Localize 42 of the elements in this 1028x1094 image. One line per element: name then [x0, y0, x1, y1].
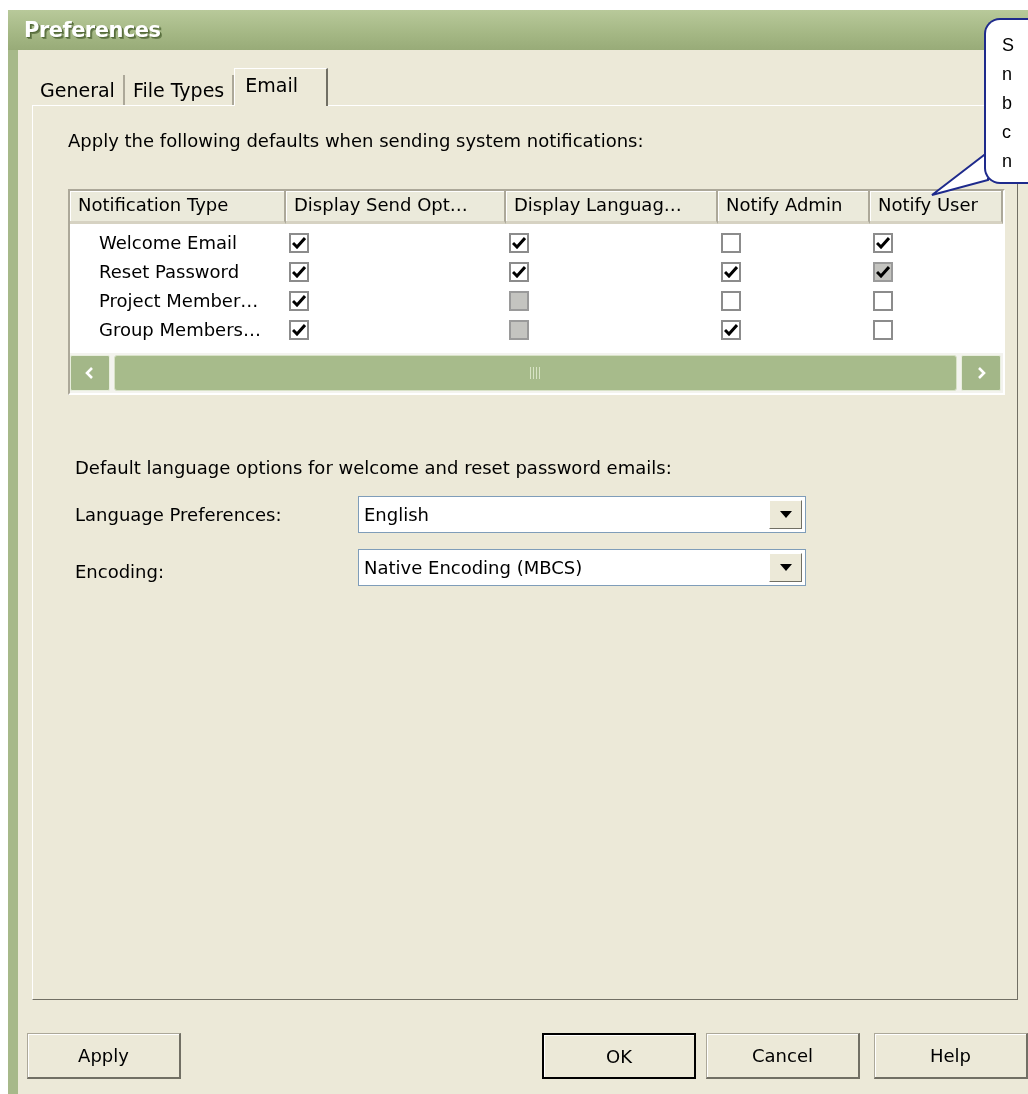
column-header[interactable]: Notify Admin — [718, 191, 870, 224]
checkbox[interactable] — [509, 232, 529, 253]
callout-text: n — [1002, 150, 1012, 173]
dropdown[interactable]: Native Encoding (MBCS) — [358, 549, 806, 586]
callout-text: c — [1002, 121, 1011, 144]
instruction-text: Apply the following defaults when sending system notifications: — [68, 130, 644, 151]
checkbox[interactable] — [509, 261, 529, 282]
button[interactable]: OK — [542, 1033, 696, 1079]
field-label: Encoding: — [75, 560, 165, 582]
callout-text: S — [1002, 34, 1014, 57]
checkbox[interactable] — [289, 319, 309, 340]
checkbox[interactable] — [289, 290, 309, 311]
checkbox[interactable] — [289, 261, 309, 282]
horizontal-scrollbar[interactable] — [70, 353, 1003, 393]
row-label: Reset Password — [98, 261, 241, 282]
column-header[interactable]: Display Languag… — [506, 191, 718, 224]
row-label: Project Member… — [98, 290, 260, 311]
checkbox[interactable] — [721, 290, 741, 311]
scrollbar-thumb[interactable] — [114, 355, 957, 391]
field-label: Language Preferences: — [75, 504, 283, 525]
dropdown-arrow-icon — [779, 564, 792, 571]
dropdown-arrow-icon — [779, 511, 792, 518]
checkbox[interactable] — [873, 232, 893, 253]
window-title: Preferences — [24, 18, 161, 42]
callout-text: b — [1002, 92, 1012, 115]
button[interactable]: Cancel — [706, 1033, 860, 1079]
section-heading: Default language options for welcome and reset password emails: — [75, 457, 673, 478]
button[interactable]: Help — [874, 1033, 1028, 1079]
callout-text: n — [1002, 63, 1012, 86]
row-label: Group Members… — [98, 319, 262, 340]
checkbox[interactable] — [721, 261, 741, 282]
column-header[interactable]: Display Send Opt… — [286, 191, 506, 224]
tab[interactable]: Email — [234, 68, 328, 106]
button[interactable]: Apply — [27, 1033, 181, 1079]
checkbox[interactable] — [721, 232, 741, 253]
checkbox[interactable] — [289, 232, 309, 253]
checkbox[interactable] — [721, 319, 741, 340]
checkbox[interactable] — [873, 290, 893, 311]
checkbox[interactable] — [873, 319, 893, 340]
column-header[interactable]: Notification Type — [70, 191, 286, 224]
row-label: Welcome Email — [98, 232, 238, 253]
dropdown[interactable]: English — [358, 496, 806, 533]
